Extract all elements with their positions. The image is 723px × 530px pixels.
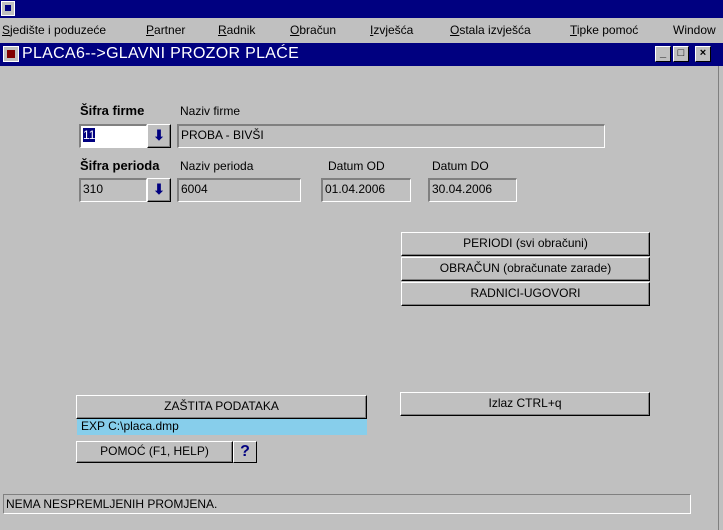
period-lov-button[interactable]: ⬇ [147,178,171,202]
menu-radnik[interactable]: Radnik [218,23,255,37]
date-from-label: Datum OD [328,159,385,173]
help-button[interactable]: POMOĆ (F1, HELP) [76,441,233,463]
data-protection-button[interactable]: ZAŠTITA PODATAKA [76,395,367,419]
firm-lov-button[interactable]: ⬇ [147,124,171,148]
date-from-field[interactable]: 01.04.2006 [321,178,411,202]
exit-button[interactable]: Izlaz CTRL+q [400,392,650,416]
firm-code-label: Šifra firme [80,103,145,118]
minimize-button[interactable]: _ [655,46,671,62]
firm-name-field[interactable]: PROBA - BIVŠI [177,124,605,148]
period-code-field[interactable]: 310 [79,178,147,202]
date-to-field[interactable]: 30.04.2006 [428,178,517,202]
menu-izvjesca[interactable]: Izvješća [370,23,413,37]
app-icon[interactable] [1,1,15,16]
arrow-down-icon: ⬇ [153,181,165,197]
workers-contracts-button[interactable]: RADNICI-UGOVORI [401,282,650,306]
help-question-icon[interactable]: ? [233,441,257,463]
window-title: PLACA6-->GLAVNI PROZOR PLAĆE [22,45,300,62]
window-caption: PLACA6-->GLAVNI PROZOR PLAĆE _ □ × [0,43,723,66]
firm-code-field[interactable]: 11 [79,124,147,148]
period-code-label: Šifra perioda [80,158,160,173]
maximize-button[interactable]: □ [673,46,689,62]
period-name-label: Naziv perioda [180,159,254,173]
close-button[interactable]: × [695,46,711,62]
menu-sjediste[interactable]: Sjedište i poduzeće [2,23,106,37]
menu-window[interactable]: Window [673,23,716,37]
status-line: NEMA NESPREMLJENIH PROMJENA. [3,494,691,514]
arrow-down-icon: ⬇ [153,127,165,143]
window-right-border [718,66,719,530]
window-icon[interactable] [3,46,19,62]
export-path-bar[interactable]: EXP C:\placa.dmp [77,419,367,435]
menu-bar: Sjedište i poduzeće Partner Radnik Obrač… [0,18,723,43]
app-title-bar [0,0,723,18]
calculation-button[interactable]: OBRAČUN (obračunate zarade) [401,257,650,281]
menu-tipke-pomoc[interactable]: Tipke pomoć [570,23,638,37]
periods-button[interactable]: PERIODI (svi obračuni) [401,232,650,256]
menu-ostala-izvjesca[interactable]: Ostala izvješća [450,23,531,37]
date-to-label: Datum DO [432,159,489,173]
menu-obracun[interactable]: Obračun [290,23,336,37]
period-name-field[interactable]: 6004 [177,178,301,202]
firm-name-label: Naziv firme [180,104,241,118]
menu-partner[interactable]: Partner [146,23,185,37]
